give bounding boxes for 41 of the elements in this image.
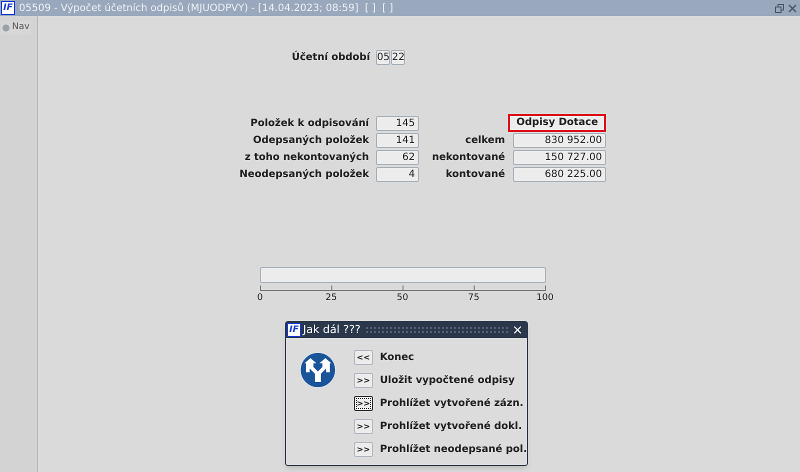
count-field[interactable]: 4 (376, 167, 419, 182)
count-field[interactable]: 62 (376, 150, 419, 165)
field-label: Odepsaných položek (252, 134, 369, 148)
count-field[interactable]: 145 (376, 116, 419, 131)
scale-label: 50 (396, 292, 408, 305)
option-label: Uložit vypočtené odpisy (380, 374, 515, 388)
field-label: Neodepsaných položek (238, 168, 369, 182)
close-icon[interactable] (788, 4, 797, 12)
restore-icon[interactable] (775, 4, 784, 12)
month-field[interactable]: 05 (376, 50, 390, 65)
app-logo: IF (1, 1, 15, 15)
section-title: Odpisy Dotace (508, 114, 606, 132)
field-label: celkem (464, 134, 505, 148)
option-button[interactable]: >> (354, 373, 373, 388)
option-label: Prohlížet vytvořené zázn. (380, 397, 524, 411)
dialog-title: Jak dál ??? (303, 322, 361, 338)
scale-label: 75 (468, 292, 480, 305)
amount-field[interactable]: 830 952.00 (513, 133, 606, 148)
amount-field[interactable]: 150 727.00 (513, 150, 606, 165)
count-field[interactable]: 141 (376, 133, 419, 148)
nav-button[interactable]: Nav (1, 21, 31, 34)
amount-field[interactable]: 680 225.00 (513, 167, 606, 182)
field-label: Účetní období (290, 50, 370, 65)
field-label: nekontované (432, 151, 505, 165)
option-label: Prohlížet neodepsané pol. (380, 443, 527, 457)
field-label: z toho nekontovaných (244, 151, 369, 165)
option-button[interactable]: >> (354, 396, 373, 411)
field-label: kontované (444, 168, 505, 182)
option-button[interactable]: << (354, 350, 373, 365)
scale-label: 25 (326, 292, 337, 305)
window-title: 05509 - Výpočet účetních odpisů (MJUODPVY) - [14.04.2023; 08:59] [ ] [ ] (19, 2, 394, 16)
option-label: Prohlížet vytvořené dokl. (380, 420, 522, 434)
option-label: Konec (380, 351, 414, 365)
option-button[interactable]: >> (354, 442, 373, 457)
option-button[interactable]: >> (354, 419, 373, 434)
year-field[interactable]: 22 (391, 50, 405, 65)
field-label: Položek k odpisování (249, 117, 369, 131)
scale-label: 0 (257, 292, 263, 305)
scale-label: 100 (536, 292, 554, 305)
close-button[interactable]: × (509, 324, 526, 336)
app-logo: IF (287, 323, 301, 337)
